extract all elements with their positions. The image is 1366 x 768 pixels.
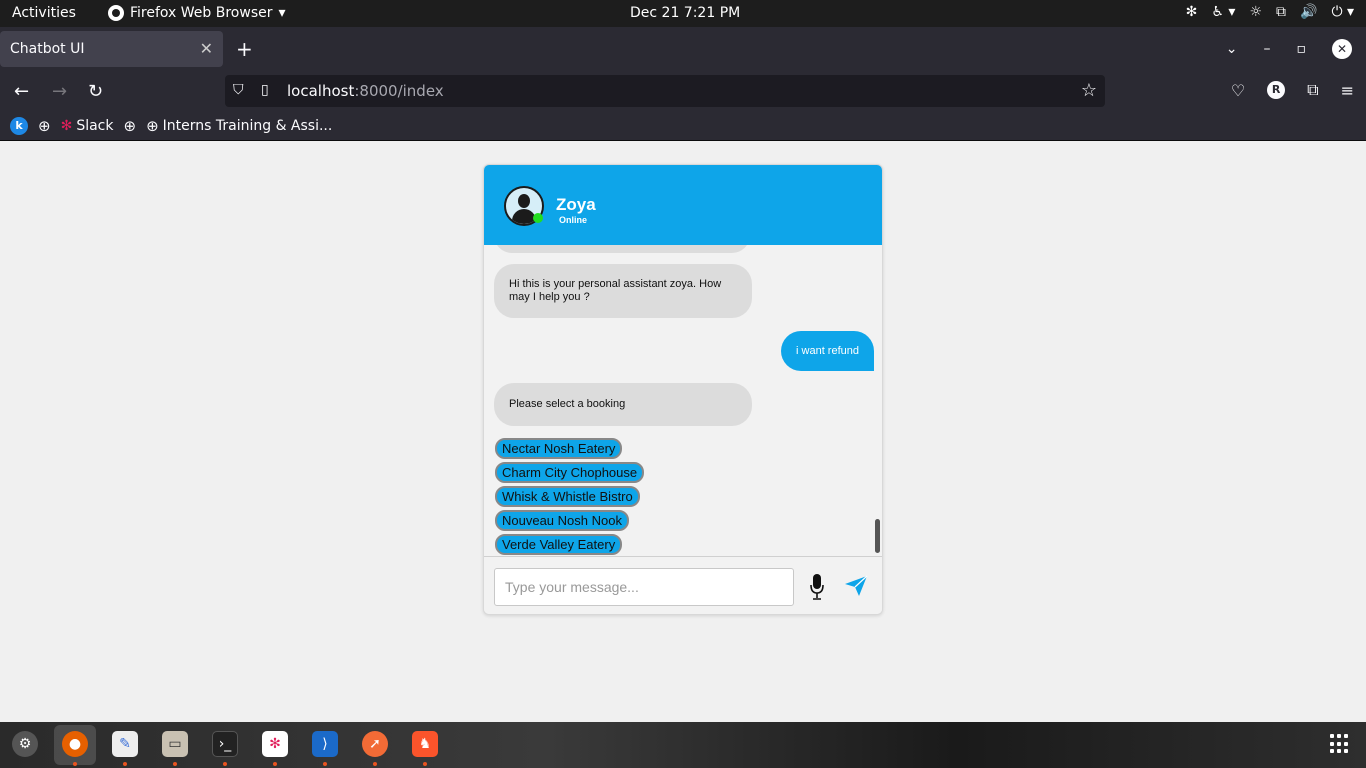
system-top-bar: Activities Firefox Web Browser ▾ Dec 21 … bbox=[0, 0, 1366, 27]
page-icon: ▯ bbox=[261, 82, 269, 98]
chat-messages[interactable]: Hi this is your personal assistant zoya.… bbox=[484, 245, 882, 556]
url-text[interactable]: localhost:8000/index bbox=[287, 82, 444, 100]
chat-widget: Zoya Online Hi this is your personal ass… bbox=[483, 164, 883, 615]
navigation-bar: ← → ↻ ⛉ ▯ localhost:8000/index ☆ ♡ R ⧉ ≡ bbox=[0, 71, 1366, 111]
volume-icon[interactable]: 🔊 bbox=[1300, 4, 1317, 20]
booking-option[interactable]: Charm City Chophouse bbox=[495, 462, 645, 483]
bookmarks-toolbar: k ⊕ ✻ Slack ⊕ ⊕ Interns Training & Assi.… bbox=[0, 111, 1366, 141]
globe-icon[interactable]: ⊕ bbox=[123, 117, 136, 135]
booking-option[interactable]: Nouveau Nosh Nook bbox=[495, 510, 629, 531]
toolbar-right: ♡ R ⧉ ≡ bbox=[1231, 80, 1354, 100]
shield-icon[interactable]: ⛉ bbox=[233, 82, 244, 98]
forward-button[interactable]: → bbox=[52, 81, 67, 102]
close-window-button[interactable]: ✕ bbox=[1332, 39, 1352, 59]
bot-message: Hi this is your personal assistant zoya.… bbox=[494, 264, 752, 318]
dock: ⚙ ● ✎ ▭ ›_ ✻ ⟩ ➚ ♞ bbox=[0, 722, 1366, 768]
k-bookmark-icon[interactable]: k bbox=[10, 116, 28, 135]
bot-message: Please select a booking bbox=[494, 383, 752, 426]
slack-icon: ✻ bbox=[60, 117, 73, 134]
tab-title: Chatbot UI bbox=[10, 41, 85, 57]
power-icon[interactable]: ⏻ ▾ bbox=[1331, 4, 1354, 20]
firefox-icon bbox=[108, 5, 124, 21]
minimize-button[interactable]: – bbox=[1264, 41, 1271, 57]
bot-name: Zoya bbox=[556, 195, 596, 214]
url-bar[interactable]: ⛉ ▯ localhost:8000/index ☆ bbox=[225, 75, 1105, 107]
settings-icon[interactable]: ⚙ bbox=[12, 731, 38, 757]
online-indicator bbox=[533, 213, 543, 223]
bookmark-star-icon[interactable]: ☆ bbox=[1081, 80, 1097, 101]
message-input[interactable] bbox=[494, 568, 794, 606]
globe-icon: ⊕ bbox=[146, 116, 159, 135]
brave-icon[interactable]: ♞ bbox=[412, 731, 438, 757]
brightness-icon[interactable]: ☼ bbox=[1249, 4, 1262, 20]
booking-option[interactable]: Nectar Nosh Eatery bbox=[495, 438, 623, 459]
postman-icon[interactable]: ➚ bbox=[362, 731, 388, 757]
app-menu-label: Firefox Web Browser bbox=[130, 5, 273, 21]
globe-icon[interactable]: ⊕ bbox=[38, 117, 51, 135]
chevron-down-icon: ▾ bbox=[278, 5, 286, 21]
activities-button[interactable]: Activities bbox=[12, 5, 76, 21]
slack-icon[interactable]: ✻ bbox=[262, 731, 288, 757]
accessibility-icon[interactable]: ♿ ▾ bbox=[1211, 4, 1235, 20]
tab-chatbot-ui[interactable]: Chatbot UI ✕ bbox=[0, 31, 223, 67]
slack-status-icon[interactable]: ✻ bbox=[1186, 4, 1198, 20]
user-message: i want refund bbox=[781, 331, 874, 371]
network-icon[interactable]: ⧉ bbox=[1276, 4, 1286, 20]
bookmark-slack[interactable]: ✻ Slack bbox=[61, 118, 114, 134]
text-editor-icon[interactable]: ✎ bbox=[112, 731, 138, 757]
reload-button[interactable]: ↻ bbox=[88, 81, 103, 102]
bot-message-bubble bbox=[494, 245, 750, 253]
bookmark-interns-training[interactable]: ⊕ Interns Training & Assi... bbox=[146, 117, 332, 135]
maximize-button[interactable]: ▫ bbox=[1297, 41, 1307, 57]
window-controls: ⌄ – ▫ ✕ bbox=[1226, 39, 1352, 59]
close-tab-icon[interactable]: ✕ bbox=[200, 39, 213, 58]
system-tray[interactable]: ✻ ♿ ▾ ☼ ⧉ 🔊 ⏻ ▾ bbox=[1186, 4, 1354, 20]
clock[interactable]: Dec 21 7:21 PM bbox=[630, 5, 740, 21]
page-content: Zoya Online Hi this is your personal ass… bbox=[0, 141, 1366, 722]
list-all-tabs-icon[interactable]: ⌄ bbox=[1226, 41, 1238, 57]
bot-status: Online bbox=[559, 215, 588, 225]
pocket-icon[interactable]: ♡ bbox=[1231, 81, 1245, 100]
firefox-icon[interactable]: ● bbox=[62, 731, 88, 757]
menu-icon[interactable]: ≡ bbox=[1341, 81, 1354, 100]
extensions-icon[interactable]: ⧉ bbox=[1307, 80, 1318, 100]
terminal-icon[interactable]: ›_ bbox=[212, 731, 238, 757]
booking-option[interactable]: Verde Valley Eatery bbox=[495, 534, 623, 555]
account-avatar[interactable]: R bbox=[1267, 81, 1286, 99]
show-apps-icon[interactable] bbox=[1330, 734, 1350, 754]
tab-strip: Chatbot UI ✕ + ⌄ – ▫ ✕ bbox=[0, 27, 1366, 71]
send-icon[interactable] bbox=[844, 575, 868, 597]
new-tab-button[interactable]: + bbox=[236, 37, 253, 61]
booking-options: Nectar Nosh Eatery Charm City Chophouse … bbox=[495, 438, 645, 555]
microphone-icon[interactable] bbox=[810, 574, 824, 600]
chat-input-area bbox=[484, 556, 882, 614]
back-button[interactable]: ← bbox=[14, 81, 29, 102]
chat-header: Zoya Online bbox=[484, 165, 882, 245]
vscode-icon[interactable]: ⟩ bbox=[312, 731, 338, 757]
chat-scrollbar[interactable] bbox=[875, 519, 880, 553]
files-icon[interactable]: ▭ bbox=[162, 731, 188, 757]
booking-option[interactable]: Whisk & Whistle Bistro bbox=[495, 486, 640, 507]
app-menu[interactable]: Firefox Web Browser ▾ bbox=[108, 5, 286, 21]
